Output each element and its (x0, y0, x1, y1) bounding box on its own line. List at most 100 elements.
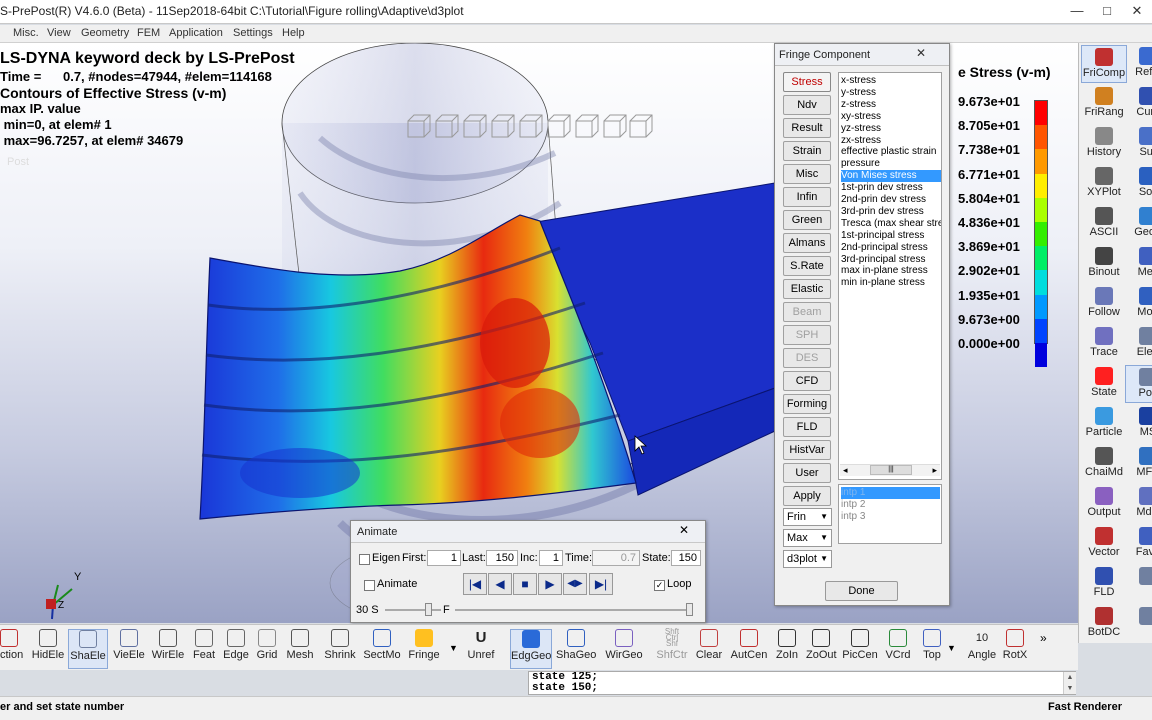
component-item[interactable]: y-stress (841, 87, 941, 99)
bottom-tool-rotx[interactable]: RotX (1002, 629, 1028, 669)
scroll-thumb[interactable]: ||| (870, 465, 912, 475)
last-field[interactable]: 150 (486, 550, 518, 566)
bottom-tool-edge[interactable]: Edge (222, 629, 250, 669)
bottom-tool-shaele[interactable]: ShaEle (68, 629, 108, 669)
component-item[interactable]: max in-plane stress (841, 265, 941, 277)
fringe-btn-cfd[interactable]: CFD (783, 371, 831, 391)
bottom-tool-ction[interactable]: ction (0, 629, 23, 669)
ip-item[interactable]: intp 2 (841, 499, 940, 511)
right-tool-output[interactable]: Output (1081, 485, 1127, 523)
right-tool-vector[interactable]: Vector (1081, 525, 1127, 563)
bottom-tool-piccen[interactable]: PicCen (842, 629, 878, 669)
loop-checkbox[interactable]: ✓ (654, 580, 665, 591)
fringe-btn-almans[interactable]: Almans (783, 233, 831, 253)
menu-application[interactable]: Application (169, 27, 223, 39)
scroll-up-icon[interactable]: ▲ (1064, 672, 1076, 683)
bottom-tool-vieele[interactable]: VieEle (112, 629, 146, 669)
right-tool-favo[interactable]: Favo (1125, 525, 1152, 563)
bottom-tool-vcrd[interactable]: VCrd (884, 629, 912, 669)
minimize-button[interactable]: — (1062, 0, 1092, 24)
right-tool-mod[interactable]: Mod (1125, 285, 1152, 323)
bottom-tool-fringe[interactable]: Fringe (406, 629, 442, 669)
menu-settings[interactable]: Settings (233, 27, 273, 39)
right-tool-refg[interactable]: RefG (1125, 45, 1152, 83)
fringe-btn-histvar[interactable]: HistVar (783, 440, 831, 460)
bottom-tool-hidele[interactable]: HidEle (30, 629, 66, 669)
component-item[interactable]: z-stress (841, 99, 941, 111)
bottom-tool-zoin[interactable]: ZoIn (774, 629, 800, 669)
top-dropdown-icon[interactable]: ▼ (947, 643, 956, 653)
right-tool-state[interactable]: State (1081, 365, 1127, 403)
fringe-btn-elastic[interactable]: Elastic (783, 279, 831, 299)
right-tool-ascii[interactable]: ASCII (1081, 205, 1127, 243)
bottom-tool-mesh[interactable]: Mesh (284, 629, 316, 669)
right-tool-frirang[interactable]: FriRang (1081, 85, 1127, 123)
fringe-select[interactable]: Frin ▼ (783, 508, 832, 526)
bottom-tool-clear[interactable]: Clear (694, 629, 724, 669)
scroll-down-icon[interactable]: ▼ (1064, 683, 1076, 694)
component-item[interactable]: min in-plane stress (841, 277, 941, 289)
component-item[interactable]: zx-stress (841, 135, 941, 147)
stop-button[interactable]: ■ (513, 573, 537, 595)
right-tool-chaimd[interactable]: ChaiMd (1081, 445, 1127, 483)
bottom-tool-sectmo[interactable]: SectMo (362, 629, 402, 669)
done-button[interactable]: Done (825, 581, 898, 601)
fringe-btn-fld[interactable]: FLD (783, 417, 831, 437)
right-tool-follow[interactable]: Follow (1081, 285, 1127, 323)
fringe-btn-user[interactable]: User (783, 463, 831, 483)
component-hscroll[interactable]: ◂ ||| ▸ (840, 464, 940, 476)
bottom-tool-unref[interactable]: U Unref (466, 629, 496, 669)
bottom-tool-edggeo[interactable]: EdgGeo (510, 629, 552, 669)
component-item[interactable]: effective plastic strain (841, 146, 941, 158)
fringe-btn-stress[interactable]: Stress (783, 72, 831, 92)
animate-checkbox[interactable] (364, 580, 375, 591)
fringe-btn-s-rate[interactable]: S.Rate (783, 256, 831, 276)
fringe-close-button[interactable]: ✕ (906, 45, 936, 63)
menu-geometry[interactable]: Geometry (81, 27, 129, 39)
last-frame-button[interactable]: ▶| (589, 573, 613, 595)
right-tool-trace[interactable]: Trace (1081, 325, 1127, 363)
command-console[interactable]: state 125; state 150; (528, 671, 1076, 695)
scroll-right-icon[interactable]: ▸ (932, 465, 937, 476)
fringe-btn-misc[interactable]: Misc (783, 164, 831, 184)
bottom-tool-shageo[interactable]: ShaGeo (556, 629, 596, 669)
close-button[interactable]: ✕ (1122, 0, 1152, 24)
component-item[interactable]: 2nd-principal stress (841, 242, 941, 254)
angle-value[interactable]: 10 (964, 629, 1000, 647)
speed-slider[interactable] (425, 603, 432, 616)
fringe-btn-strain[interactable]: Strain (783, 141, 831, 161)
component-item[interactable]: 1st-prin dev stress (841, 182, 941, 194)
bottom-tool-grid[interactable]: Grid (254, 629, 280, 669)
bounce-button[interactable]: ◀▶ (563, 573, 587, 595)
more-tools-icon[interactable]: » (1040, 631, 1047, 645)
component-item[interactable]: Von Mises stress (841, 170, 941, 183)
ip-item[interactable]: intp 3 (841, 511, 940, 523)
bottom-tool-feat[interactable]: Feat (190, 629, 218, 669)
fringe-btn-result[interactable]: Result (783, 118, 831, 138)
bottom-tool-wirgeo[interactable]: WirGeo (604, 629, 644, 669)
fringe-btn-green[interactable]: Green (783, 210, 831, 230)
menu-misc[interactable]: Misc. (13, 27, 39, 39)
component-item[interactable]: pressure (841, 158, 941, 170)
component-item[interactable]: 3rd-prin dev stress (841, 206, 941, 218)
console-scrollbar[interactable]: ▲ ▼ (1063, 672, 1076, 694)
right-tool-fricomp[interactable]: FriComp (1081, 45, 1127, 83)
component-item[interactable]: Tresca (max shear stress) (841, 218, 941, 230)
bottom-tool-angle[interactable]: 10 Angle (964, 629, 1000, 669)
fringe-btn-ndv[interactable]: Ndv (783, 95, 831, 115)
fringe-dropdown-icon[interactable]: ▼ (449, 643, 458, 653)
ip-item[interactable]: intp 1 (841, 487, 940, 499)
fringe-btn-apply[interactable]: Apply (783, 486, 831, 506)
component-item[interactable]: 1st-principal stress (841, 230, 941, 242)
integration-point-list[interactable]: intp 1 intp 2 intp 3 (838, 484, 942, 544)
right-tool-xyplot[interactable]: XYPlot (1081, 165, 1127, 203)
right-tool-botdc[interactable]: BotDC (1081, 605, 1127, 643)
right-tool-blank-27[interactable] (1125, 565, 1152, 603)
component-list[interactable]: x-stress y-stress z-stress xy-stress yz-stre… (838, 72, 942, 480)
right-tool-elet[interactable]: EleT (1125, 325, 1152, 363)
d3plot-select[interactable]: d3plot ▼ (783, 550, 832, 568)
component-item[interactable]: 3rd-principal stress (841, 254, 941, 266)
state-field[interactable]: 150 (671, 550, 701, 566)
right-tool-geot[interactable]: GeoT (1125, 205, 1152, 243)
component-item[interactable]: 2nd-prin dev stress (841, 194, 941, 206)
